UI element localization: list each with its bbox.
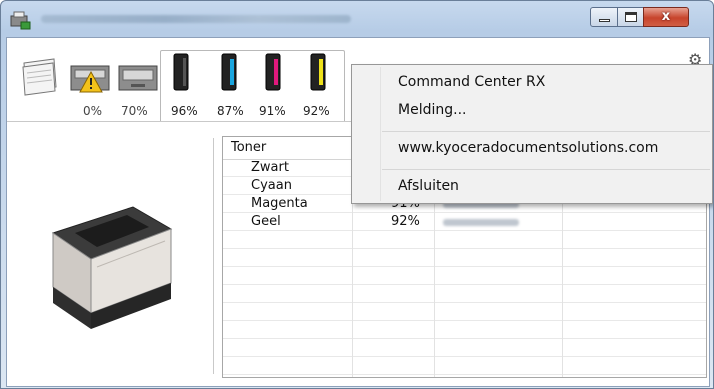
close-icon: x	[661, 9, 671, 24]
app-printer-icon	[10, 11, 31, 30]
table-row-empty	[223, 249, 706, 267]
table-row-empty	[223, 303, 706, 321]
minimize-icon	[599, 19, 610, 22]
tray2-percent: 70%	[121, 104, 148, 118]
cyan-toner-percent: 87%	[217, 104, 244, 118]
tray1-percent: 0%	[83, 104, 103, 118]
paper-tray-warning-icon[interactable]	[69, 58, 113, 96]
maximize-button[interactable]	[617, 7, 644, 27]
menu-item-afsluiten[interactable]: Afsluiten	[398, 178, 459, 194]
menu-gutter	[380, 67, 381, 201]
app-window: x 0% 70% 96% 87% 91% 92% ⚙ Toner Zwart C…	[0, 0, 714, 389]
row-name: Magenta	[251, 196, 308, 211]
window-title-redacted	[41, 15, 351, 23]
maximize-icon	[625, 12, 637, 22]
row-level: 92%	[391, 214, 420, 229]
menu-separator	[382, 169, 710, 170]
paper-tray-icon[interactable]	[117, 58, 161, 96]
table-row-empty	[223, 231, 706, 249]
table-row-empty	[223, 357, 706, 375]
magenta-toner-icon	[265, 53, 281, 91]
table-row-empty	[223, 267, 706, 285]
black-toner-icon	[173, 53, 189, 91]
menu-item-melding[interactable]: Melding...	[398, 102, 466, 118]
table-row-empty	[223, 285, 706, 303]
black-toner-percent: 96%	[171, 104, 198, 118]
yellow-toner-icon	[310, 53, 326, 91]
row-name: Zwart	[251, 160, 289, 175]
table-row-empty	[223, 339, 706, 357]
menu-item-website[interactable]: www.kyoceradocumentsolutions.com	[398, 140, 658, 156]
table-row-empty	[223, 321, 706, 339]
title-bar: x	[1, 1, 713, 37]
panel-divider	[213, 138, 214, 374]
redacted-part-number	[443, 219, 519, 226]
menu-item-command-center[interactable]: Command Center RX	[398, 74, 545, 90]
header-toner: Toner	[231, 140, 267, 155]
minimize-button[interactable]	[590, 7, 618, 27]
row-name: Cyaan	[251, 178, 292, 193]
paper-stack-icon[interactable]	[20, 53, 60, 97]
cyan-toner-icon	[221, 53, 237, 91]
table-row[interactable]: Geel 92%	[223, 213, 706, 231]
close-button[interactable]: x	[643, 7, 689, 27]
menu-separator	[382, 131, 710, 132]
context-menu: Command Center RX Melding... www.kyocera…	[351, 64, 713, 204]
row-name: Geel	[251, 214, 281, 229]
yellow-toner-percent: 92%	[303, 104, 330, 118]
magenta-toner-percent: 91%	[259, 104, 286, 118]
printer-image	[51, 206, 173, 329]
